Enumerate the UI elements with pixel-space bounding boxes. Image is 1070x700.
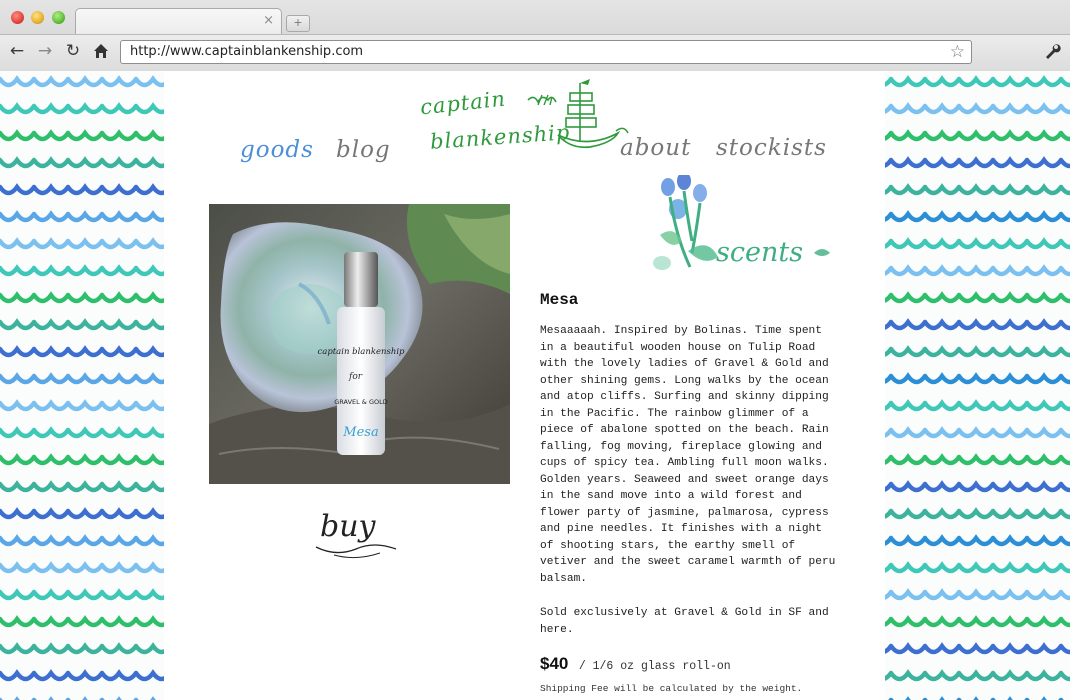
close-tab-icon[interactable]: ×: [263, 13, 274, 29]
product-title: Mesa: [540, 291, 579, 309]
wave-pattern-right-art: [885, 71, 1070, 700]
address-bar[interactable]: http://www.captainblankenship.com ☆: [120, 40, 972, 64]
product-price: $40: [540, 654, 569, 673]
wrench-menu-icon[interactable]: [1042, 40, 1062, 62]
product-photo-art: captain blankenship for GRAVEL & GOLD Me…: [209, 204, 510, 484]
web-page: goods blog about stockists captain blank…: [0, 71, 1070, 700]
reload-icon[interactable]: ↻: [62, 40, 84, 62]
site-logo[interactable]: captain blankenship: [419, 75, 630, 175]
bottle-label-for: for: [348, 372, 363, 382]
bottle-label-scent: Mesa: [342, 425, 378, 440]
nav-link-goods[interactable]: goods: [240, 137, 314, 163]
ship-icon: [527, 79, 629, 149]
nav-link-stockists[interactable]: stockists: [716, 135, 827, 161]
buy-button[interactable]: buy: [314, 509, 400, 565]
price-row: $40 / 1/6 oz glass roll-on: [540, 654, 731, 674]
nav-link-blog[interactable]: blog: [336, 137, 391, 163]
main-content: goods blog about stockists captain blank…: [164, 71, 885, 700]
product-size: / 1/6 oz glass roll-on: [578, 660, 731, 673]
browser-toolbar: ← → ↻ http://www.captainblankenship.com …: [0, 34, 1070, 71]
nav-link-about[interactable]: about: [620, 135, 691, 161]
bottle-label-brand: captain blankenship: [317, 347, 405, 357]
forward-arrow-icon[interactable]: →: [34, 40, 56, 62]
wave-pattern-right: [885, 71, 1070, 700]
product-photo: captain blankenship for GRAVEL & GOLD Me…: [209, 204, 510, 484]
scents-label: scents: [716, 237, 804, 268]
zoom-window-button[interactable]: [52, 11, 65, 24]
scents-heading-art: scents: [652, 175, 838, 291]
buy-underline-icon: [315, 544, 397, 559]
shipping-note: Shipping Fee will be calculated by the w…: [540, 683, 803, 694]
bottle-label-collab: GRAVEL & GOLD: [334, 398, 387, 406]
browser-tab[interactable]: ×: [75, 8, 282, 35]
wave-pattern-left: [0, 71, 164, 700]
new-tab-button[interactable]: +: [286, 15, 310, 32]
minimize-window-button[interactable]: [31, 11, 44, 24]
sold-note: Sold exclusively at Gravel & Gold in SF …: [540, 607, 829, 636]
close-window-button[interactable]: [11, 11, 24, 24]
url-text[interactable]: http://www.captainblankenship.com: [130, 44, 363, 59]
browser-chrome: × + ← → ↻ http://www.captainblankenship.…: [0, 0, 1070, 71]
wave-pattern-left-art: [0, 71, 164, 700]
flower-icon: [653, 175, 830, 270]
bookmark-star-icon[interactable]: ☆: [950, 41, 965, 63]
home-icon[interactable]: [90, 40, 112, 62]
back-arrow-icon[interactable]: ←: [6, 40, 28, 62]
product-description: Mesaaaaah. Inspired by Bolinas. Time spe…: [540, 325, 836, 585]
